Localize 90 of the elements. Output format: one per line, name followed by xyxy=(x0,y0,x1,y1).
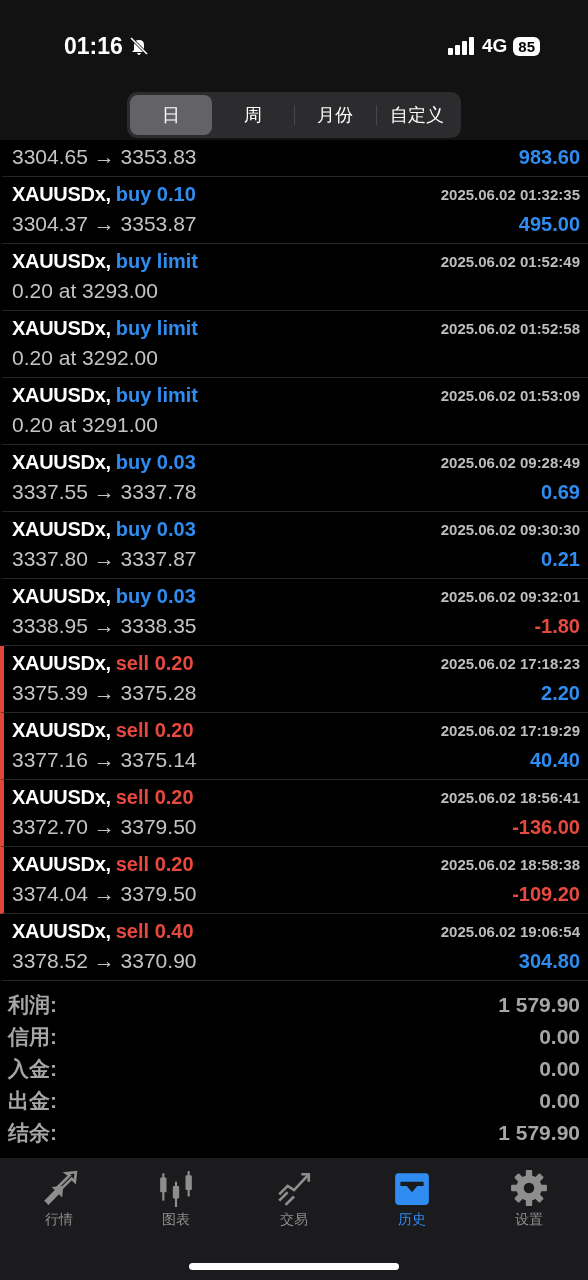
deal-prices: 3375.39 → 3375.28 xyxy=(12,681,197,705)
deal-time: 2025.06.02 18:58:38 xyxy=(440,855,580,873)
deal-type: buy 0.10 xyxy=(115,182,196,205)
deal-prices: 3304.37 → 3353.87 xyxy=(12,212,197,236)
symbol-label: XAUUSDx, xyxy=(12,450,111,473)
deal-type: buy limit xyxy=(115,316,198,339)
deal-type: sell 0.20 xyxy=(115,651,194,674)
deal-type: buy 0.03 xyxy=(115,517,196,540)
period-tab[interactable]: 月份 xyxy=(294,95,376,135)
deal-type: sell 0.20 xyxy=(115,718,194,741)
symbol-label: XAUUSDx, xyxy=(12,919,111,942)
deal-row[interactable]: XAUUSDx, sell 0.40 2025.06.02 19:06:54 3378.52 → 3370.90 304.80 xyxy=(0,914,588,981)
clock: 01:16 xyxy=(64,32,123,60)
deal-time: 2025.06.02 01:52:49 xyxy=(440,252,580,270)
summary-value: 0.00 xyxy=(539,1057,580,1081)
deal-time: 2025.06.02 09:32:01 xyxy=(440,587,580,605)
deal-prices: 0.20 at 3291.00 xyxy=(12,413,158,437)
deal-type: sell 0.40 xyxy=(115,919,194,942)
symbol-label: XAUUSDx, xyxy=(12,517,111,540)
tab-bar-item[interactable]: 行情 xyxy=(8,1168,109,1230)
symbol-label: XAUUSDx, xyxy=(12,718,111,741)
deal-prices: 0.20 at 3293.00 xyxy=(12,279,158,303)
deal-time: 2025.06.02 09:28:49 xyxy=(440,453,580,471)
deal-row[interactable]: 3304.65 → 3353.83 983.60 xyxy=(0,140,588,177)
deal-type: buy limit xyxy=(115,383,198,406)
summary-label: 出金: xyxy=(8,1088,57,1114)
deal-profit: 0.69 xyxy=(541,480,580,504)
deal-prices: 3337.55 → 3337.78 xyxy=(12,480,197,504)
symbol-label: XAUUSDx, xyxy=(12,584,111,607)
summary-label: 信用: xyxy=(8,1024,57,1050)
deal-prices: 3338.95 → 3338.35 xyxy=(12,614,197,638)
deal-type: buy 0.03 xyxy=(115,450,196,473)
summary-value: 0.00 xyxy=(539,1089,580,1113)
summary-label: 结余: xyxy=(8,1120,57,1146)
deal-row[interactable]: XAUUSDx, buy limit 2025.06.02 01:52:58 0.20 at 3292.00 xyxy=(0,311,588,378)
deal-type: buy 0.03 xyxy=(115,584,196,607)
settings-icon xyxy=(510,1169,549,1207)
summary-value: 1 579.90 xyxy=(498,1121,580,1145)
tab-bar-item[interactable]: 历史 xyxy=(361,1168,462,1230)
deal-row[interactable]: XAUUSDx, sell 0.20 2025.06.02 17:19:29 3377.16 → 3375.14 40.40 xyxy=(0,713,588,780)
deal-time: 2025.06.02 19:06:54 xyxy=(440,922,580,940)
deal-profit: 495.00 xyxy=(518,212,580,236)
deal-prices: 3304.65 → 3353.83 xyxy=(12,145,197,169)
symbol-label: XAUUSDx, xyxy=(12,651,111,674)
tab-bar-item[interactable]: 交易 xyxy=(244,1168,344,1230)
deal-type: sell 0.20 xyxy=(115,852,194,875)
deal-time: 2025.06.02 17:19:29 xyxy=(440,721,580,739)
deal-profit: 983.60 xyxy=(518,145,580,169)
deal-time: 2025.06.02 01:53:09 xyxy=(440,386,580,404)
deal-profit: -109.20 xyxy=(512,882,580,906)
deal-row[interactable]: XAUUSDx, sell 0.20 2025.06.02 17:18:23 3375.39 → 3375.28 2.20 xyxy=(0,646,588,713)
symbol-label: XAUUSDx, xyxy=(12,249,111,272)
deal-time: 2025.06.02 17:18:23 xyxy=(440,654,580,672)
summary-label: 入金: xyxy=(8,1056,57,1082)
period-tab[interactable]: 周 xyxy=(212,95,294,135)
symbol-label: XAUUSDx, xyxy=(12,785,111,808)
summary-value: 1 579.90 xyxy=(498,993,580,1017)
summary-value: 0.00 xyxy=(539,1025,580,1049)
deal-profit: 40.40 xyxy=(529,748,580,772)
deal-profit: 304.80 xyxy=(518,949,580,973)
deal-prices: 3378.52 → 3370.90 xyxy=(12,949,197,973)
symbol-label: XAUUSDx, xyxy=(12,316,111,339)
deal-prices: 3374.04 → 3379.50 xyxy=(12,882,197,906)
symbol-label: XAUUSDx, xyxy=(12,383,111,406)
deal-time: 2025.06.02 01:32:35 xyxy=(440,185,580,203)
tab-bar-item[interactable]: 图表 xyxy=(126,1168,227,1230)
deal-profit: -136.00 xyxy=(512,815,580,839)
battery-indicator: 85 xyxy=(513,36,540,56)
signal-icon xyxy=(447,37,476,55)
deal-profit: 2.20 xyxy=(541,681,580,705)
deal-type: buy limit xyxy=(115,249,198,272)
deal-prices: 3337.80 → 3337.87 xyxy=(12,547,197,571)
deal-type: sell 0.20 xyxy=(115,785,194,808)
deal-row[interactable]: XAUUSDx, buy limit 2025.06.02 01:52:49 0.20 at 3293.00 xyxy=(0,244,588,311)
deal-profit: -1.80 xyxy=(534,614,580,638)
period-tab[interactable]: 日 xyxy=(130,95,212,135)
network-label: 4G xyxy=(481,35,508,57)
symbol-label: XAUUSDx, xyxy=(12,852,111,875)
period-tab[interactable]: 自定义 xyxy=(376,95,458,135)
summary-label: 利润: xyxy=(8,992,57,1018)
deal-profit: 0.21 xyxy=(541,547,580,571)
deal-prices: 3372.70 → 3379.50 xyxy=(12,815,197,839)
deal-time: 2025.06.02 01:52:58 xyxy=(440,319,580,337)
deal-row[interactable]: XAUUSDx, buy limit 2025.06.02 01:53:09 0.20 at 3291.00 xyxy=(0,378,588,445)
deal-time: 2025.06.02 18:56:41 xyxy=(440,788,580,806)
deal-prices: 3377.16 → 3375.14 xyxy=(12,748,197,772)
symbol-label: XAUUSDx, xyxy=(12,182,111,205)
tab-bar-item[interactable]: 设置 xyxy=(479,1168,580,1230)
deal-time: 2025.06.02 09:30:30 xyxy=(440,520,580,538)
deal-prices: 0.20 at 3292.00 xyxy=(12,346,158,370)
